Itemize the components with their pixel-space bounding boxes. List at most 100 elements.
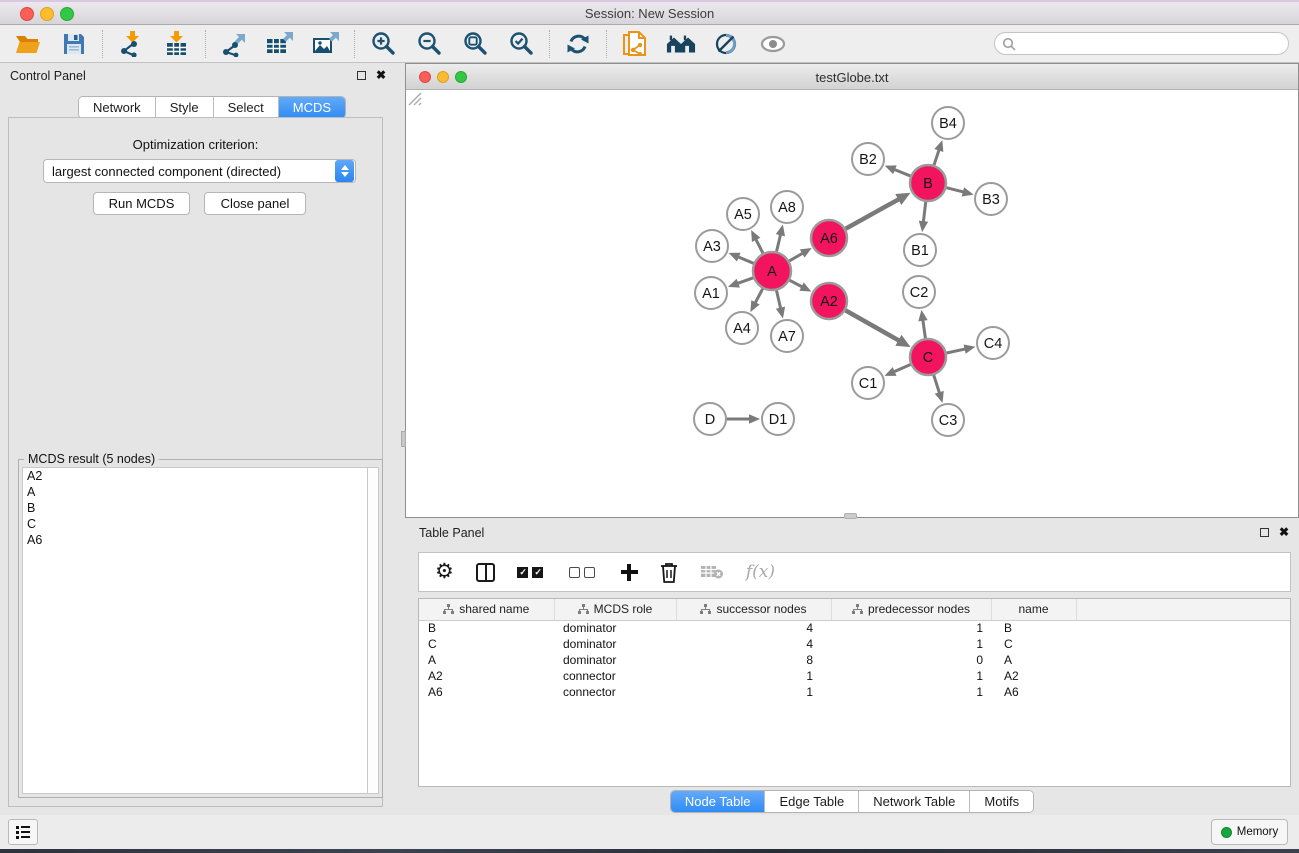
graph-node-C[interactable]: C — [910, 339, 946, 375]
graph-node-A5[interactable]: A5 — [727, 198, 759, 230]
graph-node-A8[interactable]: A8 — [771, 191, 803, 223]
search-field[interactable] — [994, 32, 1289, 55]
import-table-icon[interactable] — [162, 30, 192, 58]
deselect-all-checkboxes-icon[interactable] — [569, 559, 599, 585]
splitter-handle[interactable] — [844, 513, 857, 519]
close-panel-icon[interactable]: ✖ — [376, 68, 386, 82]
table-row[interactable]: Adominator80A — [419, 652, 1290, 668]
close-panel-button[interactable]: Close panel — [204, 192, 306, 215]
splitter-handle[interactable] — [401, 431, 406, 447]
graph-node-C1[interactable]: C1 — [852, 367, 884, 399]
function-builder-icon[interactable]: f(x) — [746, 559, 775, 585]
tab-network[interactable]: Network — [79, 97, 156, 118]
network-document-icon[interactable] — [620, 30, 650, 58]
network-canvas[interactable]: A A1 A2 A3 A4 A5 A6 A7 A8 B B1 B2 B3 B4 C C1 C2 C3 C4 D D1 — [406, 90, 1298, 517]
graph-node-A4[interactable]: A4 — [726, 312, 758, 344]
column-header-successor-nodes[interactable]: successor nodes — [676, 599, 831, 620]
graph-node-A6[interactable]: A6 — [811, 220, 847, 256]
mcds-result-item[interactable]: A — [23, 484, 367, 500]
float-panel-icon[interactable] — [1260, 528, 1269, 537]
graph-edge-A6-B[interactable] — [846, 199, 900, 229]
run-mcds-button[interactable]: Run MCDS — [93, 192, 190, 215]
graph-node-A3[interactable]: A3 — [696, 230, 728, 262]
network-overview-icon[interactable] — [666, 30, 696, 58]
mcds-result-item[interactable]: A6 — [23, 532, 367, 548]
graph-edge-A-A3[interactable] — [737, 256, 754, 263]
graph-edge-A-A8[interactable] — [777, 233, 781, 251]
zoom-in-icon[interactable] — [368, 30, 398, 58]
graph-edge-C-C1[interactable] — [893, 365, 911, 373]
zoom-out-icon[interactable] — [414, 30, 444, 58]
graph-edge-B-B3[interactable] — [946, 188, 964, 193]
criterion-select[interactable]: largest connected component (directed) — [43, 159, 356, 183]
resize-grip-icon[interactable] — [406, 90, 422, 106]
graph-edge-A-A2[interactable] — [790, 280, 804, 287]
search-input[interactable] — [1016, 35, 1288, 53]
graph-node-D1[interactable]: D1 — [762, 403, 794, 435]
mcds-result-item[interactable]: B — [23, 500, 367, 516]
graphics-details-icon[interactable] — [712, 30, 742, 58]
zoom-selected-icon[interactable] — [506, 30, 536, 58]
memory-button[interactable]: Memory — [1211, 819, 1288, 845]
column-header-shared-name[interactable]: shared name — [419, 599, 554, 620]
tab-mcds[interactable]: MCDS — [279, 97, 345, 118]
graph-edge-C-C3[interactable] — [934, 375, 940, 394]
import-network-icon[interactable] — [116, 30, 146, 58]
graph-node-A7[interactable]: A7 — [771, 320, 803, 352]
graph-edge-A-A4[interactable] — [755, 289, 763, 304]
table-row[interactable]: Bdominator41B — [419, 620, 1290, 636]
graph-node-B1[interactable]: B1 — [904, 234, 936, 266]
graph-node-C2[interactable]: C2 — [903, 276, 935, 308]
graph-node-C4[interactable]: C4 — [977, 327, 1009, 359]
mcds-result-item[interactable]: C — [23, 516, 367, 532]
graph-node-B2[interactable]: B2 — [852, 143, 884, 175]
save-session-icon[interactable] — [59, 30, 89, 58]
column-header-name[interactable]: name — [991, 599, 1076, 620]
mcds-result-item[interactable]: A2 — [23, 468, 367, 484]
graph-edge-A-A7[interactable] — [776, 290, 780, 309]
graph-node-A1[interactable]: A1 — [695, 277, 727, 309]
graph-node-B3[interactable]: B3 — [975, 183, 1007, 215]
graph-node-B4[interactable]: B4 — [932, 107, 964, 139]
export-table-icon[interactable] — [265, 30, 295, 58]
graph-node-A2[interactable]: A2 — [811, 283, 847, 319]
graph-node-A[interactable]: A — [753, 252, 791, 290]
graph-edge-B-B4[interactable] — [934, 149, 939, 165]
export-image-icon[interactable] — [311, 30, 341, 58]
graph-node-D[interactable]: D — [694, 403, 726, 435]
column-header-predecessor-nodes[interactable]: predecessor nodes — [831, 599, 991, 620]
delete-table-icon[interactable] — [700, 559, 724, 585]
select-all-checkboxes-icon[interactable] — [517, 559, 547, 585]
delete-column-icon[interactable] — [660, 559, 678, 585]
table-row[interactable]: Cdominator41C — [419, 636, 1290, 652]
open-session-icon[interactable] — [13, 30, 43, 58]
refresh-layout-icon[interactable] — [563, 30, 593, 58]
graph-edge-A-A1[interactable] — [736, 278, 753, 284]
graph-edge-B-B2[interactable] — [893, 169, 910, 176]
tab-style[interactable]: Style — [156, 97, 214, 118]
tab-select[interactable]: Select — [214, 97, 279, 118]
tab-node-table[interactable]: Node Table — [671, 791, 766, 812]
mcds-result-scrollbar[interactable] — [367, 467, 379, 794]
graph-node-B[interactable]: B — [910, 165, 946, 201]
graph-edge-A2-C[interactable] — [846, 310, 901, 341]
float-panel-icon[interactable] — [357, 71, 366, 80]
table-settings-icon[interactable]: ⚙ — [435, 559, 454, 585]
show-hide-eye-icon[interactable] — [758, 30, 788, 58]
export-network-icon[interactable] — [219, 30, 249, 58]
table-row[interactable]: A2connector11A2 — [419, 668, 1290, 684]
task-history-button[interactable] — [8, 819, 38, 845]
graph-node-C3[interactable]: C3 — [932, 404, 964, 436]
split-panel-icon[interactable] — [476, 559, 495, 585]
mcds-result-list[interactable]: A2ABCA6 — [22, 467, 367, 794]
graph-edge-A-A6[interactable] — [789, 253, 804, 261]
table-row[interactable]: A6connector11A6 — [419, 684, 1290, 700]
add-column-icon[interactable] — [621, 559, 638, 585]
tab-motifs[interactable]: Motifs — [970, 791, 1033, 812]
zoom-fit-icon[interactable] — [460, 30, 490, 58]
graph-edge-B-B1[interactable] — [923, 202, 926, 223]
tab-network-table[interactable]: Network Table — [859, 791, 970, 812]
graph-edge-C-C4[interactable] — [947, 349, 967, 353]
close-panel-icon[interactable]: ✖ — [1279, 525, 1289, 539]
tab-edge-table[interactable]: Edge Table — [765, 791, 859, 812]
